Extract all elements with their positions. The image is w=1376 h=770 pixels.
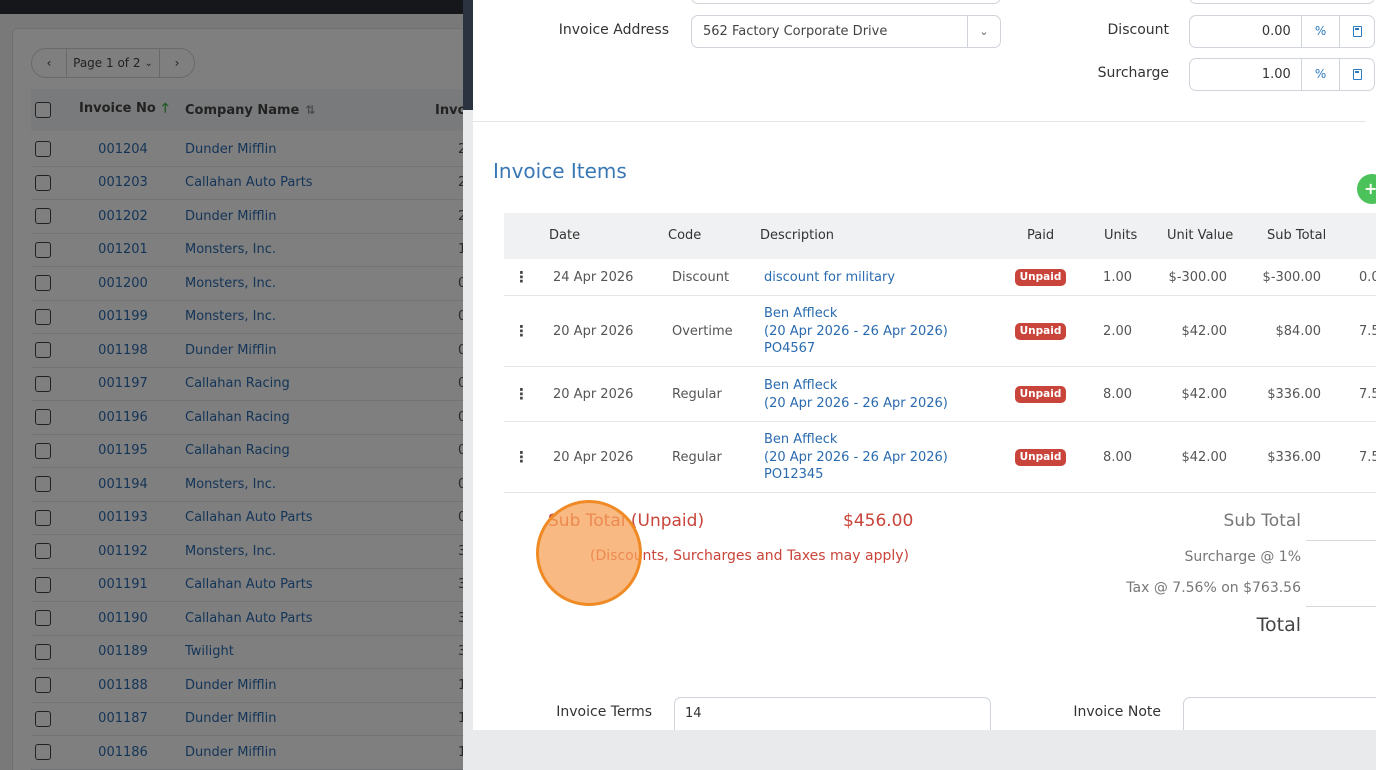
item-tax-partial: 0.00 [1359, 269, 1376, 285]
item-description-link[interactable]: Ben Affleck (20 Apr 2026 - 26 Apr 2026) PO… [764, 431, 948, 484]
item-code: Regular [672, 449, 722, 465]
col-description: Description [760, 228, 835, 243]
item-tax-partial: 7.56 [1359, 449, 1376, 465]
modal-edge [463, 0, 473, 110]
unpaid-subtotal-amount: $456.00 [843, 511, 914, 531]
tax-line: Tax @ 7.56% on $763.56 [1126, 580, 1301, 596]
col-sub-total: Sub Total [1267, 228, 1327, 243]
item-unit-value: $-300.00 [1168, 269, 1227, 285]
table-row: ⋮ 20 Apr 2026 Overtime Ben Affleck (20 Apr 2… [504, 296, 1376, 367]
description-line: (20 Apr 2026 - 26 Apr 2026) [764, 449, 948, 465]
description-line: Ben Affleck [764, 432, 838, 448]
invoice-address-label: Invoice Address [558, 22, 669, 38]
items-table-header: Date Code Description Paid Units Unit Va… [504, 213, 1376, 259]
surcharge-input[interactable]: 1.00 [1190, 59, 1301, 90]
row-menu-icon[interactable]: ⋮ [514, 449, 529, 465]
item-sub-total: $-300.00 [1262, 269, 1321, 285]
col-code: Code [668, 228, 702, 243]
calculator-button[interactable] [1339, 59, 1374, 90]
item-sub-total: $336.00 [1267, 449, 1321, 465]
item-units: 8.00 [1103, 386, 1132, 402]
item-description-link[interactable]: discount for military [764, 269, 895, 287]
col-paid: Paid [1027, 228, 1055, 243]
items-table-body: ⋮ 24 Apr 2026 Discount discount for militar… [504, 259, 1376, 493]
item-code: Discount [672, 269, 730, 285]
paid-status-badge: Unpaid [1015, 449, 1066, 466]
modal-footer [463, 730, 1376, 770]
discount-field: 0.00 % [1189, 15, 1375, 48]
partial-field-top-left[interactable] [691, 0, 1001, 4]
paid-status-badge: Unpaid [1015, 269, 1066, 286]
col-date: Date [549, 228, 581, 243]
click-indicator [536, 500, 642, 606]
item-date: 20 Apr 2026 [553, 386, 634, 402]
paid-status-badge: Unpaid [1015, 323, 1066, 340]
table-row: ⋮ 20 Apr 2026 Regular Ben Affleck (20 Apr 20… [504, 422, 1376, 493]
chevron-down-icon[interactable]: ⌄ [967, 16, 1000, 47]
item-description-link[interactable]: Ben Affleck (20 Apr 2026 - 26 Apr 2026) PO… [764, 305, 948, 358]
invoice-address-value: 562 Factory Corporate Drive [703, 24, 888, 39]
row-menu-icon[interactable]: ⋮ [514, 269, 529, 285]
invoice-address-select[interactable]: 562 Factory Corporate Drive ⌄ [691, 15, 1001, 48]
item-tax-partial: 7.56 [1359, 386, 1376, 402]
col-unit-value: Unit Value [1167, 228, 1234, 243]
subtotal-label: Sub Total [1223, 511, 1301, 531]
item-date: 24 Apr 2026 [553, 269, 634, 285]
item-unit-value: $42.00 [1181, 386, 1228, 402]
surcharge-line: Surcharge @ 1% [1184, 549, 1301, 565]
item-date: 20 Apr 2026 [553, 449, 634, 465]
description-line: Ben Affleck [764, 306, 838, 322]
description-line: PO12345 [764, 467, 824, 483]
item-sub-total: $336.00 [1267, 386, 1321, 402]
partial-field-top-right[interactable] [1189, 0, 1375, 4]
item-unit-value: $42.00 [1181, 449, 1228, 465]
total-label: Total [1256, 614, 1301, 636]
total-divider [1306, 540, 1376, 541]
invoice-items-title: Invoice Items [493, 159, 627, 183]
paid-status-badge: Unpaid [1015, 386, 1066, 403]
invoice-modal: Invoice Address 562 Factory Corporate Dr… [463, 0, 1376, 770]
surcharge-label: Surcharge [1097, 65, 1169, 81]
table-row: ⋮ 20 Apr 2026 Regular Ben Affleck (20 Apr 20… [504, 367, 1376, 422]
item-tax-partial: 7.56 [1359, 323, 1376, 339]
discount-label: Discount [1107, 22, 1169, 38]
row-menu-icon[interactable]: ⋮ [514, 386, 529, 402]
table-row: ⋮ 24 Apr 2026 Discount discount for militar… [504, 259, 1376, 296]
calculator-button[interactable] [1339, 16, 1374, 47]
item-unit-value: $42.00 [1181, 323, 1228, 339]
description-line: discount for military [764, 269, 896, 285]
description-line: (20 Apr 2026 - 26 Apr 2026) [764, 323, 948, 339]
item-units: 1.00 [1103, 269, 1132, 285]
item-date: 20 Apr 2026 [553, 323, 634, 339]
invoice-note-label: Invoice Note [1073, 704, 1161, 720]
item-sub-total: $84.00 [1275, 323, 1322, 339]
percent-toggle[interactable]: % [1300, 16, 1340, 47]
description-line: PO4567 [764, 341, 816, 357]
invoice-terms-label: Invoice Terms [556, 704, 652, 720]
discount-input[interactable]: 0.00 [1190, 16, 1301, 47]
item-code: Regular [672, 386, 722, 402]
item-code: Overtime [672, 323, 733, 339]
row-menu-icon[interactable]: ⋮ [514, 323, 529, 339]
calculator-icon [1352, 69, 1362, 80]
item-units: 2.00 [1103, 323, 1132, 339]
calculator-icon [1352, 26, 1362, 37]
surcharge-field: 1.00 % [1189, 58, 1375, 91]
percent-toggle[interactable]: % [1300, 59, 1340, 90]
description-line: Ben Affleck [764, 378, 838, 393]
description-line: (20 Apr 2026 - 26 Apr 2026) [764, 395, 948, 411]
col-units: Units [1104, 228, 1138, 243]
section-divider [473, 121, 1366, 122]
item-description-link[interactable]: Ben Affleck (20 Apr 2026 - 26 Apr 2026) [764, 377, 948, 412]
item-units: 8.00 [1103, 449, 1132, 465]
total-divider [1306, 606, 1376, 607]
